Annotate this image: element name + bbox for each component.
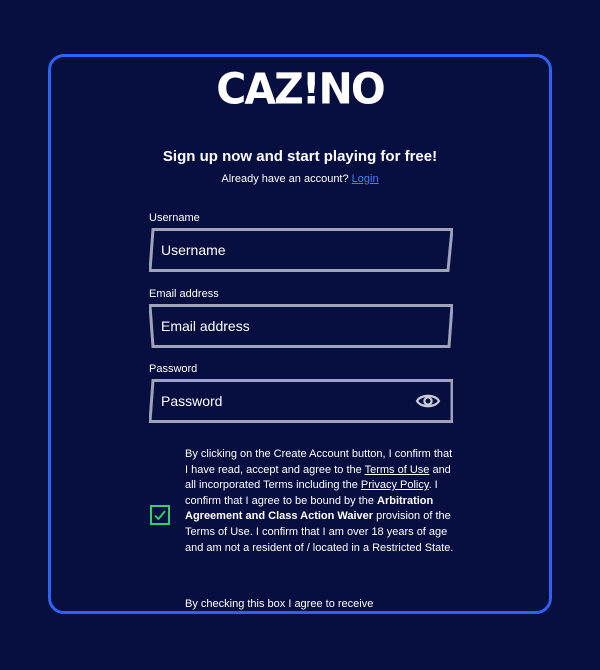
email-input[interactable] — [161, 304, 401, 348]
terms-checkbox[interactable] — [150, 505, 170, 525]
email-field-wrapper — [149, 304, 453, 348]
eye-icon[interactable] — [415, 390, 441, 412]
cazino-logo: CAZ!NO — [216, 63, 385, 115]
checkmark-icon — [154, 510, 166, 521]
login-link[interactable]: Login — [352, 173, 379, 185]
login-prompt: Already have an account? Login — [51, 173, 549, 185]
username-input[interactable] — [161, 228, 401, 272]
marketing-consent-text: By checking this box I agree to receive — [185, 598, 374, 610]
username-label: Username — [149, 212, 200, 224]
terms-consent-text: By clicking on the Create Account button… — [185, 447, 455, 556]
already-have-account-text: Already have an account? — [221, 173, 349, 185]
username-field-wrapper — [149, 228, 453, 272]
signup-modal: CAZ!NO Sign up now and start playing for… — [48, 54, 552, 614]
email-label: Email address — [149, 288, 219, 300]
password-input[interactable] — [161, 379, 401, 423]
password-field-wrapper — [149, 379, 453, 423]
privacy-policy-link[interactable]: Privacy Policy — [361, 479, 429, 491]
signup-headline: Sign up now and start playing for free! — [162, 148, 438, 165]
password-label: Password — [149, 363, 198, 375]
terms-of-use-link[interactable]: Terms of Use — [365, 464, 430, 476]
